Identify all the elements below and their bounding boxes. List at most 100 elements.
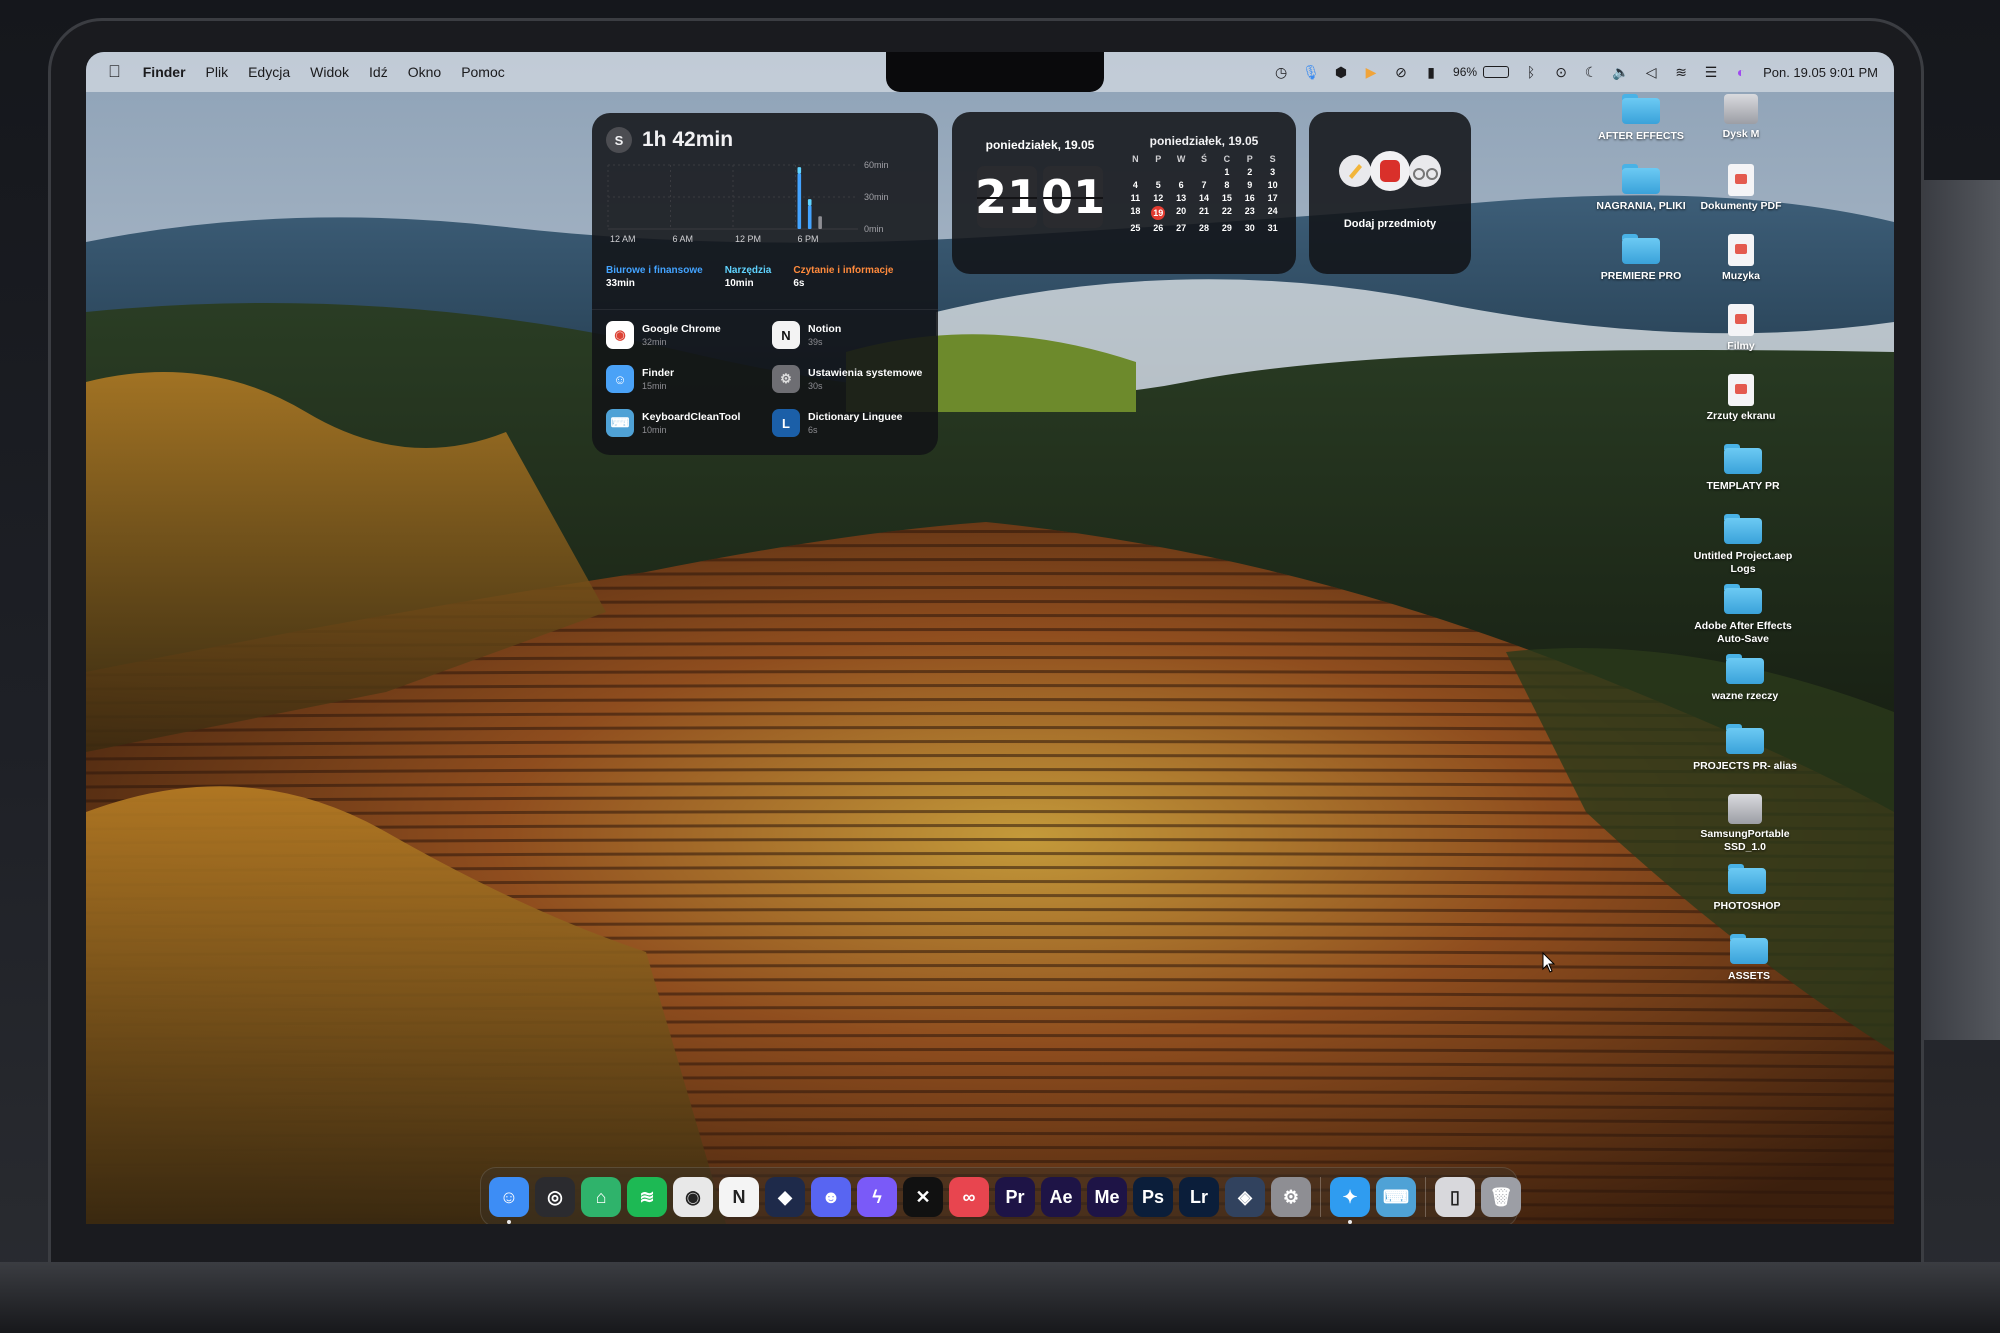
cleaner-icon[interactable]: ⌂ xyxy=(581,1177,621,1217)
desktop-item-wazne-rzeczy[interactable]: wazne rzeczy xyxy=(1690,654,1800,703)
calendar-day[interactable]: 24 xyxy=(1261,206,1284,220)
menu-idz[interactable]: Idź xyxy=(359,64,398,80)
desktop-item-after-effects[interactable]: AFTER EFFECTS xyxy=(1586,94,1696,143)
davinci-icon[interactable]: ◈ xyxy=(1225,1177,1265,1217)
calendar-day[interactable]: 13 xyxy=(1170,193,1193,203)
messenger-icon[interactable]: ϟ xyxy=(857,1177,897,1217)
calendar-day[interactable]: 8 xyxy=(1215,180,1238,190)
app-usage-settings[interactable]: ⚙ Ustawienia systemowe 30s xyxy=(772,365,926,393)
calendar-day[interactable]: 17 xyxy=(1261,193,1284,203)
bluetooth-icon[interactable]: ᛒ xyxy=(1523,64,1539,80)
desktop-item-assets[interactable]: ASSETS xyxy=(1694,934,1804,983)
reminders-widget[interactable]: Dodaj przedmioty xyxy=(1309,112,1471,274)
calendar-day[interactable]: 3 xyxy=(1261,167,1284,177)
menu-edycja[interactable]: Edycja xyxy=(238,64,300,80)
desktop-item-untitled-project-aep-logs[interactable]: Untitled Project.aep Logs xyxy=(1688,514,1798,576)
desktop-item-dokumenty-pdf[interactable]: Dokumenty PDF xyxy=(1686,164,1796,213)
menu-okno[interactable]: Okno xyxy=(398,64,451,80)
calendar-day[interactable]: 15 xyxy=(1215,193,1238,203)
capcut-icon[interactable]: ✕ xyxy=(903,1177,943,1217)
calendar-day[interactable]: 21 xyxy=(1193,206,1216,220)
calendar-day[interactable] xyxy=(1147,167,1170,177)
calendar-day[interactable]: 4 xyxy=(1124,180,1147,190)
calendar-day[interactable]: 23 xyxy=(1238,206,1261,220)
apple-logo-icon[interactable]:  xyxy=(104,62,133,82)
app-usage-chrome[interactable]: ◉ Google Chrome 32min xyxy=(606,321,760,349)
spotify-icon[interactable]: ≋ xyxy=(627,1177,667,1217)
desktop-item-templaty-pr[interactable]: TEMPLATY PR xyxy=(1688,444,1798,493)
discord-icon[interactable]: ☻ xyxy=(811,1177,851,1217)
timer-icon[interactable]: ◷ xyxy=(1273,64,1289,80)
calendar-day[interactable] xyxy=(1193,167,1216,177)
menu-clock[interactable]: Pon. 19.05 9:01 PM xyxy=(1763,65,1878,80)
battery-status[interactable]: 96% xyxy=(1453,65,1510,79)
creative-cloud-icon[interactable]: ∞ xyxy=(949,1177,989,1217)
desktop-item-filmy[interactable]: Filmy xyxy=(1686,304,1796,353)
menu-widok[interactable]: Widok xyxy=(300,64,359,80)
compass-icon[interactable]: ⊘ xyxy=(1393,64,1409,80)
clock-calendar-widget[interactable]: poniedziałek, 19.05 21 01 poniedziałek, … xyxy=(952,112,1296,274)
calendar-day[interactable]: 12 xyxy=(1147,193,1170,203)
desktop-item-premiere-pro[interactable]: PREMIERE PRO xyxy=(1586,234,1696,283)
siri-icon[interactable]: ◐ xyxy=(1733,64,1749,80)
calendar-day[interactable]: 25 xyxy=(1124,223,1147,233)
calendar-day[interactable]: 9 xyxy=(1238,180,1261,190)
lightroom-icon[interactable]: Lr xyxy=(1179,1177,1219,1217)
downloads-icon[interactable]: ▯ xyxy=(1435,1177,1475,1217)
calendar-day[interactable]: 5 xyxy=(1147,180,1170,190)
desktop-item-adobe-after-effects-auto-save[interactable]: Adobe After Effects Auto-Save xyxy=(1688,584,1798,646)
after-effects-icon[interactable]: Ae xyxy=(1041,1177,1081,1217)
desktop-item-samsungportable-ssd-1-0[interactable]: SamsungPortable SSD_1.0 xyxy=(1690,794,1800,854)
system-settings-icon[interactable]: ⚙ xyxy=(1271,1177,1311,1217)
desktop-item-dysk-m[interactable]: Dysk M xyxy=(1686,94,1796,141)
app-usage-notion[interactable]: N Notion 39s xyxy=(772,321,926,349)
shield-icon[interactable]: ⬢ xyxy=(1333,64,1349,80)
finder-icon[interactable]: ☺ xyxy=(489,1177,529,1224)
calendar-day[interactable]: 19 xyxy=(1147,206,1170,220)
calendar-day[interactable]: 18 xyxy=(1124,206,1147,220)
calendar-day[interactable]: 6 xyxy=(1170,180,1193,190)
keyboard-clean-icon[interactable]: ⌨ xyxy=(1376,1177,1416,1217)
control-center-icon[interactable]: ☰ xyxy=(1703,64,1719,80)
app-usage-finder[interactable]: ☺ Finder 15min xyxy=(606,365,760,393)
calendar-day[interactable]: 16 xyxy=(1238,193,1261,203)
safari-icon[interactable]: ✦ xyxy=(1330,1177,1370,1224)
app-usage-linguee[interactable]: L Dictionary Linguee 6s xyxy=(772,409,926,437)
calendar-day[interactable] xyxy=(1124,167,1147,177)
menu-app-name[interactable]: Finder xyxy=(133,64,196,80)
calendar-day[interactable]: 10 xyxy=(1261,180,1284,190)
desktop-item-zrzuty-ekranu[interactable]: Zrzuty ekranu xyxy=(1686,374,1796,423)
desktop-item-nagrania-pliki[interactable]: NAGRANIA, PLIKI xyxy=(1586,164,1696,213)
desktop-item-photoshop[interactable]: PHOTOSHOP xyxy=(1692,864,1802,913)
volume-icon[interactable]: 🔈 xyxy=(1612,64,1629,80)
app-usage-keyboardcleantool[interactable]: ⌨ KeyboardCleanTool 10min xyxy=(606,409,760,437)
calendar-day[interactable]: 1 xyxy=(1215,167,1238,177)
chrome-icon[interactable]: ◉ xyxy=(673,1177,713,1217)
calendar-day[interactable]: 11 xyxy=(1124,193,1147,203)
calendar-day[interactable]: 30 xyxy=(1238,223,1261,233)
notion-icon[interactable]: N xyxy=(719,1177,759,1217)
menu-pomoc[interactable]: Pomoc xyxy=(451,64,515,80)
calendar-day[interactable]: 29 xyxy=(1215,223,1238,233)
shield-app-icon[interactable]: ◆ xyxy=(765,1177,805,1217)
calendar-day[interactable]: 2 xyxy=(1238,167,1261,177)
speaker-icon[interactable]: ◁ xyxy=(1643,64,1659,80)
calendar-day[interactable]: 7 xyxy=(1193,180,1216,190)
calendar-day[interactable]: 27 xyxy=(1170,223,1193,233)
media-encoder-icon[interactable]: Me xyxy=(1087,1177,1127,1217)
calendar-day[interactable]: 31 xyxy=(1261,223,1284,233)
screen-time-widget[interactable]: S 1h 42min 60min 30min 0min 12 AM 6 AM 12 PM 6… xyxy=(592,113,938,455)
menu-plik[interactable]: Plik xyxy=(196,64,239,80)
moon-icon[interactable]: ☾ xyxy=(1583,64,1599,80)
calendar-day[interactable]: 20 xyxy=(1170,206,1193,220)
record-icon[interactable]: ⊙ xyxy=(1553,64,1569,80)
wifi-icon[interactable]: ≋ xyxy=(1673,64,1689,80)
play-icon[interactable]: ▶ xyxy=(1363,64,1379,80)
obs-icon[interactable]: ◎ xyxy=(535,1177,575,1217)
photoshop-icon[interactable]: Ps xyxy=(1133,1177,1173,1217)
calendar-day[interactable]: 28 xyxy=(1193,223,1216,233)
phone-icon[interactable]: ▮ xyxy=(1423,64,1439,80)
premiere-pro-icon[interactable]: Pr xyxy=(995,1177,1035,1217)
desktop-item-muzyka[interactable]: Muzyka xyxy=(1686,234,1796,283)
calendar-day[interactable]: 26 xyxy=(1147,223,1170,233)
